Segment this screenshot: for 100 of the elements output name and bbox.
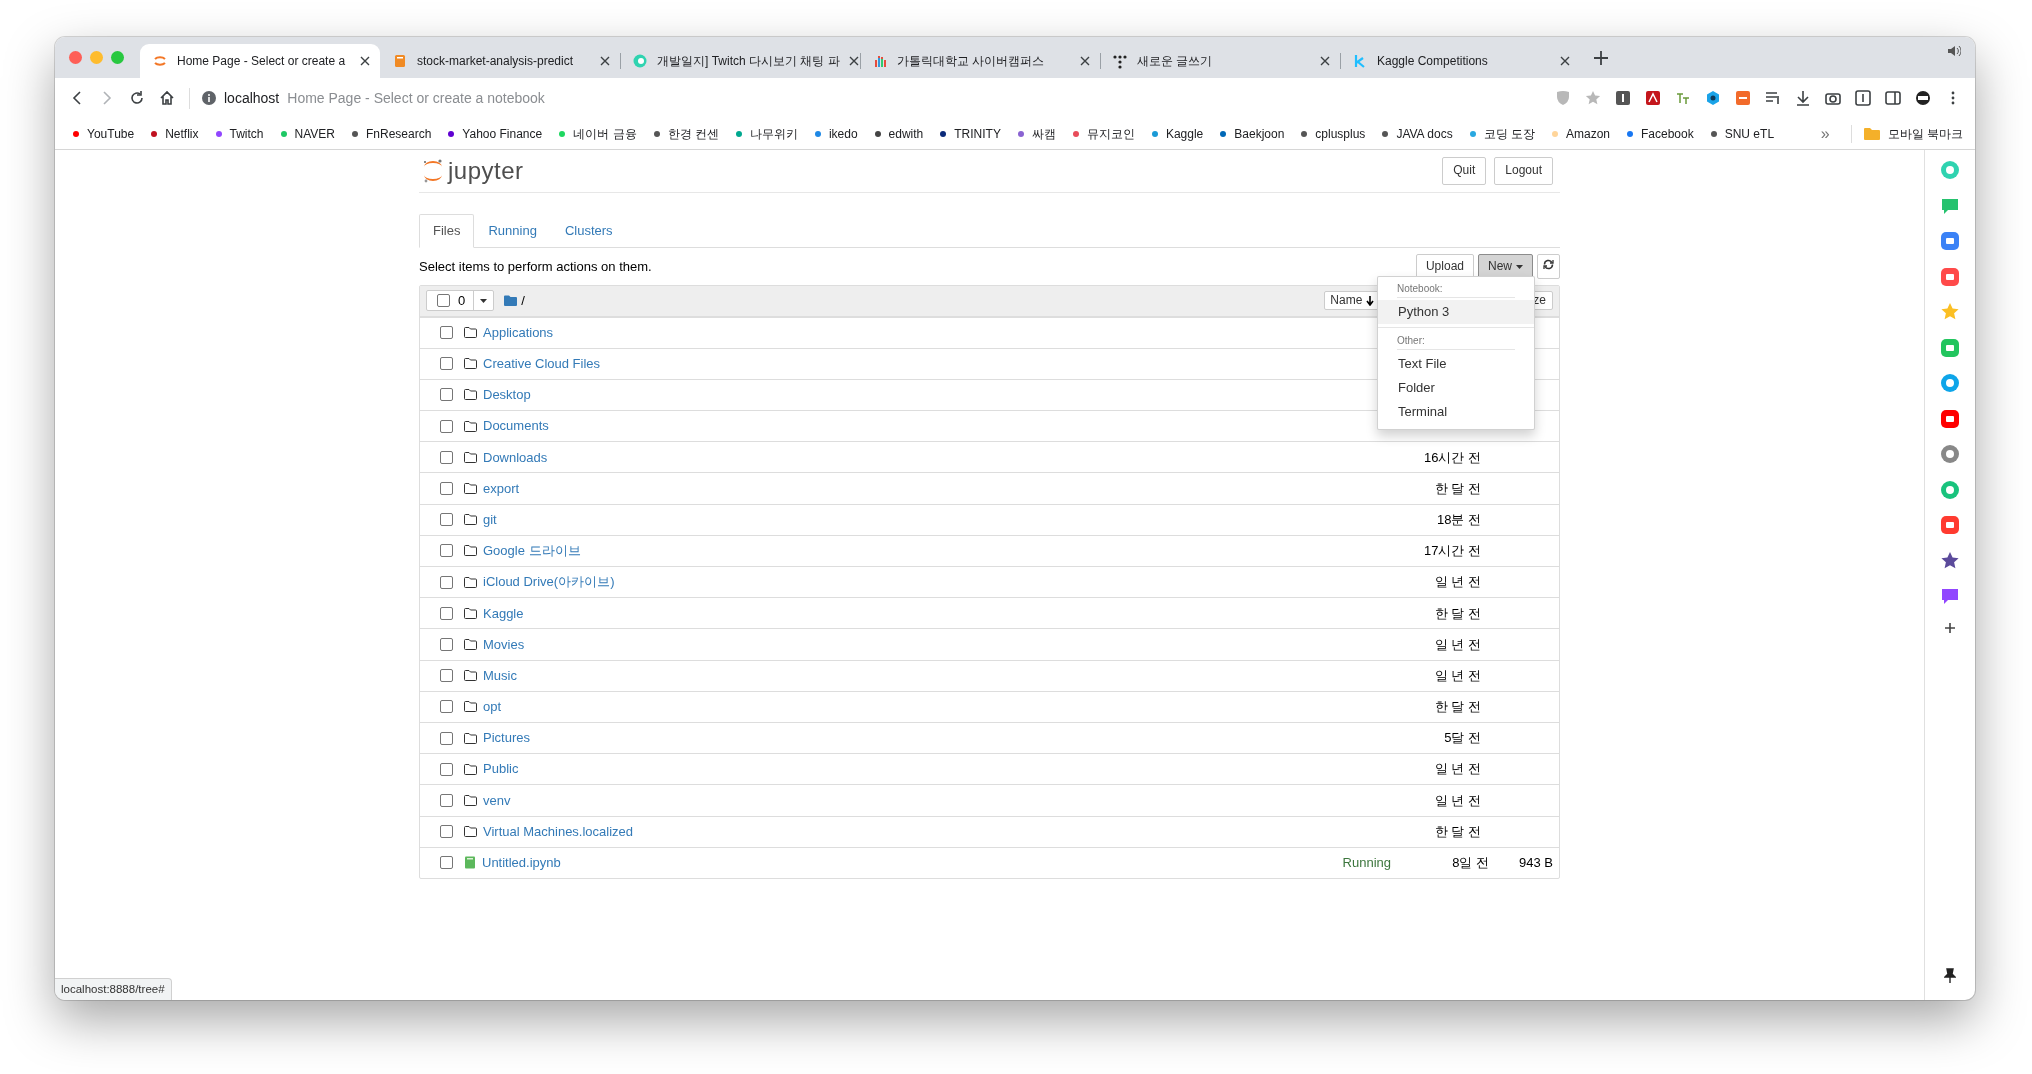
bookmark-link[interactable]: JAVA docs	[1382, 124, 1453, 143]
bookmark-link[interactable]: 나무위키	[735, 124, 798, 143]
folder-link[interactable]: export	[483, 478, 520, 499]
bookmark-link[interactable]: 코딩 도장	[1469, 124, 1535, 143]
hexagon-icon[interactable]	[1705, 90, 1721, 106]
new-tab-icon[interactable]	[1594, 50, 1608, 65]
row-checkbox[interactable]	[440, 513, 453, 527]
browser-tab[interactable]: Home Page - Select or create a	[140, 44, 380, 78]
browser-tab[interactable]: Kaggle Competitions	[1340, 44, 1580, 78]
folder-link[interactable]: Google 드라이브	[483, 541, 581, 561]
bookmark-link[interactable]: Kaggle	[1151, 124, 1204, 143]
row-checkbox[interactable]	[440, 731, 453, 745]
path-breadcrumb[interactable]: /	[521, 290, 525, 311]
row-checkbox[interactable]	[440, 825, 453, 839]
folder-link[interactable]: Pictures	[483, 728, 530, 748]
select-all-control[interactable]: 0	[426, 290, 495, 311]
row-checkbox[interactable]	[440, 419, 453, 433]
folder-link[interactable]: iCloud Drive(아카이브)	[483, 572, 615, 592]
browser-tab[interactable]: 새로운 글쓰기	[1100, 44, 1340, 78]
row-checkbox[interactable]	[440, 700, 453, 714]
volume-icon[interactable]	[1947, 45, 1961, 57]
bookmark-link[interactable]: NAVER	[280, 124, 335, 143]
panel-icon[interactable]	[1855, 90, 1871, 106]
bookmark-link[interactable]: SNU eTL	[1710, 124, 1775, 143]
bookmark-link[interactable]: cplusplus	[1301, 124, 1366, 143]
close-icon[interactable]	[848, 56, 859, 66]
row-checkbox[interactable]	[440, 856, 453, 870]
row-checkbox[interactable]	[440, 606, 453, 620]
row-checkbox[interactable]	[440, 357, 453, 371]
bookmark-link[interactable]: 네이버 금융	[559, 124, 637, 143]
menu-item[interactable]: Text File	[1378, 351, 1534, 376]
folder-link[interactable]: Downloads	[483, 447, 548, 468]
bookmark-link[interactable]: Baekjoon	[1220, 124, 1285, 143]
camera-icon[interactable]	[1825, 90, 1841, 106]
app-shortcut-icon[interactable]	[1940, 408, 1960, 429]
browser-tab[interactable]: stock-market-analysis-predict	[380, 44, 620, 78]
bookmark-link[interactable]: ikedo	[814, 124, 858, 143]
folder-link[interactable]: Documents	[483, 416, 549, 436]
download-icon[interactable]	[1795, 90, 1811, 106]
close-icon[interactable]	[1080, 56, 1090, 66]
app-icon[interactable]	[1735, 90, 1751, 106]
folder-link[interactable]: Kaggle	[483, 603, 524, 624]
bookmark-link[interactable]: Twitch	[215, 124, 264, 143]
notebook-link[interactable]: Untitled.ipynb	[482, 853, 561, 873]
bookmark-link[interactable]: edwith	[874, 124, 924, 143]
home-icon[interactable]	[159, 90, 175, 106]
folder-link[interactable]: Virtual Machines.localized	[483, 821, 634, 842]
bookmark-link[interactable]: 싸캠	[1017, 124, 1056, 143]
app-shortcut-icon[interactable]	[1940, 586, 1960, 606]
nav-tab[interactable]: Running	[474, 214, 551, 248]
row-checkbox[interactable]	[440, 450, 453, 464]
folder-link[interactable]: Music	[483, 665, 517, 686]
bookmark-link[interactable]: YouTube	[73, 124, 135, 143]
close-icon[interactable]	[600, 56, 610, 66]
bookmark-link[interactable]: Facebook	[1627, 124, 1694, 143]
close-icon[interactable]	[360, 56, 370, 66]
pin-icon[interactable]	[1944, 968, 1956, 984]
row-checkbox[interactable]	[440, 575, 453, 589]
app-shortcut-icon[interactable]	[1940, 231, 1960, 251]
app-shortcut-icon[interactable]	[1940, 550, 1960, 571]
nav-tab[interactable]: Clusters	[550, 214, 627, 248]
bookmark-link[interactable]: 뮤지코인	[1072, 124, 1135, 143]
app-shortcut-icon[interactable]	[1940, 515, 1960, 535]
star-icon[interactable]	[1585, 90, 1601, 106]
address-bar[interactable]: localhost Home Page - Select or create a notebook	[224, 87, 545, 109]
browser-tab[interactable]: 가톨릭대학교 사이버캠퍼스	[860, 44, 1100, 78]
row-checkbox[interactable]	[440, 544, 453, 558]
folder-link[interactable]: venv	[483, 790, 511, 811]
close-icon[interactable]	[1560, 56, 1570, 66]
pdf-icon[interactable]	[1645, 90, 1661, 106]
bookmark-link[interactable]: FnResearch	[351, 124, 432, 143]
refresh-button[interactable]	[1537, 253, 1560, 280]
folder-link[interactable]: Applications	[483, 322, 554, 343]
menu-item[interactable]: Python 3	[1378, 299, 1534, 324]
row-checkbox[interactable]	[440, 326, 453, 340]
menu-item[interactable]: Terminal	[1378, 399, 1534, 424]
bookmark-link[interactable]: Yahoo Finance	[448, 124, 543, 143]
reload-icon[interactable]	[129, 90, 145, 106]
add-icon[interactable]	[1944, 621, 1956, 634]
nav-tab[interactable]: Files	[419, 214, 475, 248]
app-shortcut-icon[interactable]	[1940, 444, 1960, 464]
bookmark-link[interactable]: Amazon	[1551, 124, 1610, 143]
row-checkbox[interactable]	[440, 762, 453, 776]
bookmark-link[interactable]: 한경 컨센	[653, 124, 719, 143]
extension-icon[interactable]	[1615, 90, 1631, 106]
folder-link[interactable]: Movies	[483, 634, 525, 655]
row-checkbox[interactable]	[440, 669, 453, 683]
browser-tab[interactable]: 개발일지] Twitch 다시보기 채팅 파	[620, 44, 860, 78]
quit-button[interactable]: Quit	[1442, 157, 1487, 185]
bookmark-folder[interactable]: 모바일 북마크	[1850, 124, 1963, 143]
logout-button[interactable]: Logout	[1494, 157, 1553, 185]
tex-icon[interactable]	[1675, 90, 1691, 106]
folder-link[interactable]: git	[483, 509, 497, 530]
folder-link[interactable]: Public	[483, 759, 519, 779]
folder-link[interactable]: Creative Cloud Files	[483, 354, 601, 374]
row-checkbox[interactable]	[440, 793, 453, 807]
row-checkbox[interactable]	[440, 482, 453, 496]
bookmark-link[interactable]: Netflix	[151, 124, 199, 143]
menu-item[interactable]: Folder	[1378, 375, 1534, 400]
close-window-button[interactable]	[69, 51, 82, 64]
